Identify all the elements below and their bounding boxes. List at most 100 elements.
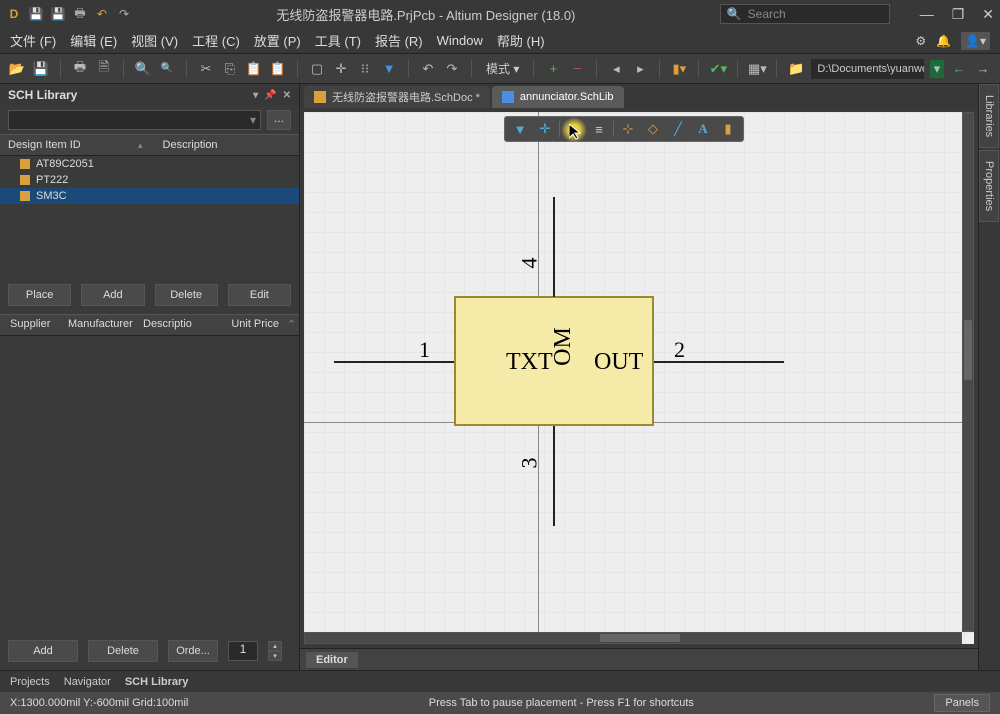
print-icon[interactable]: 🖶	[71, 60, 89, 78]
select-icon[interactable]: ▢	[308, 60, 326, 78]
line-tool-icon[interactable]: ╱	[667, 119, 689, 139]
spinner-down-icon[interactable]: ▾	[268, 651, 282, 661]
search-input[interactable]: 🔍Search	[720, 4, 890, 24]
pin-4[interactable]	[553, 197, 555, 297]
menu-help[interactable]: 帮助 (H)	[497, 31, 545, 50]
print-icon[interactable]: 🖶	[72, 6, 88, 22]
paste-icon[interactable]: 📋	[245, 60, 263, 78]
col-desc[interactable]: Description	[163, 139, 218, 151]
add2-button[interactable]: Add	[8, 640, 78, 662]
tab-projects[interactable]: Projects	[10, 676, 50, 688]
panel-menu-icon[interactable]: ▾	[253, 90, 258, 101]
snap-tool-icon[interactable]: ⊹	[617, 119, 639, 139]
tab-schdoc[interactable]: 无线防盗报警器电路.SchDoc *	[304, 86, 490, 108]
align-tool-icon[interactable]: ≡	[588, 119, 610, 139]
filter-icon[interactable]: ▼	[380, 60, 398, 78]
preview-icon[interactable]: 🗎	[95, 60, 113, 78]
supplier-header[interactable]: Supplier Manufacturer Descriptio Unit Pr…	[0, 314, 299, 336]
menu-project[interactable]: 工程 (C)	[192, 31, 240, 50]
col-description[interactable]: Descriptio	[139, 315, 199, 335]
copy-icon[interactable]: ⎘	[221, 60, 239, 78]
snap-icon[interactable]: ⁝⁝	[356, 60, 374, 78]
settings-gear-icon[interactable]: ⚙	[915, 34, 926, 48]
spinner-up-icon[interactable]: ▴	[268, 641, 282, 651]
shape-tool-icon[interactable]: ◇	[642, 119, 664, 139]
filter-menu-button[interactable]: ...	[267, 110, 291, 130]
check-icon[interactable]: ✔▾	[709, 60, 727, 78]
tab-properties[interactable]: Properties	[979, 150, 999, 222]
pin-icon[interactable]: 📌	[264, 90, 276, 101]
tab-libraries[interactable]: Libraries	[979, 84, 999, 148]
filter-dropdown[interactable]: ▾	[8, 110, 261, 130]
col-supplier[interactable]: Supplier	[6, 315, 64, 335]
list-item[interactable]: SM3C	[0, 188, 299, 204]
maximize-icon[interactable]: ❐	[952, 6, 965, 23]
redo-icon[interactable]: ↷	[116, 6, 132, 22]
remove-icon[interactable]: −	[568, 60, 586, 78]
menu-view[interactable]: 视图 (V)	[131, 31, 178, 50]
filter-icon[interactable]: ▼	[509, 119, 531, 139]
folder-icon[interactable]: 📁	[787, 60, 805, 78]
redo-toolbar-icon[interactable]: ↷	[443, 60, 461, 78]
menu-report[interactable]: 报告 (R)	[375, 31, 423, 50]
menu-tools[interactable]: 工具 (T)	[315, 31, 361, 50]
minimize-icon[interactable]: —	[920, 6, 934, 23]
pin-1[interactable]	[334, 361, 454, 363]
close-icon[interactable]: ✕	[982, 6, 994, 23]
zoom-in-icon[interactable]: 🔍	[134, 60, 152, 78]
qty-spinner[interactable]: ▴▾	[268, 641, 282, 661]
tab-sch-library[interactable]: SCH Library	[125, 676, 189, 688]
path-input[interactable]: D:\Documents\yuanwenjian\ch1	[811, 59, 924, 79]
add-button[interactable]: Add	[81, 284, 144, 306]
menu-window[interactable]: Window	[437, 33, 483, 48]
delete2-button[interactable]: Delete	[88, 640, 158, 662]
open-icon[interactable]: 📂	[8, 60, 26, 78]
user-avatar-icon[interactable]: 👤▾	[961, 32, 990, 50]
add-icon[interactable]: +	[544, 60, 562, 78]
panel-close-icon[interactable]: ✕	[283, 90, 291, 101]
list-item[interactable]: AT89C2051	[0, 156, 299, 172]
save-icon[interactable]: 💾	[28, 6, 44, 22]
order-qty-input[interactable]: 1	[228, 641, 258, 661]
vertical-scrollbar[interactable]	[962, 112, 974, 632]
cut-icon[interactable]: ✂	[197, 60, 215, 78]
save-icon[interactable]: 💾	[32, 60, 50, 78]
horizontal-scrollbar[interactable]	[304, 632, 962, 644]
align-icon[interactable]: ▮▾	[670, 60, 688, 78]
delete-button[interactable]: Delete	[155, 284, 218, 306]
grid-icon[interactable]: ▦▾	[748, 60, 766, 78]
tab-schlib[interactable]: annunciator.SchLib	[492, 86, 624, 108]
component-list-header[interactable]: Design Item ID ▴ Description	[0, 134, 299, 156]
move-tool-icon[interactable]: ✛	[534, 119, 556, 139]
menu-edit[interactable]: 编辑 (E)	[70, 31, 117, 50]
paste-special-icon[interactable]: 📋	[269, 60, 287, 78]
nav-back-icon[interactable]: ←	[950, 60, 968, 78]
list-item[interactable]: PT222	[0, 172, 299, 188]
undo-toolbar-icon[interactable]: ↶	[419, 60, 437, 78]
tab-navigator[interactable]: Navigator	[64, 676, 111, 688]
save-all-icon[interactable]: 💾	[50, 6, 66, 22]
prev-icon[interactable]: ◂	[607, 60, 625, 78]
order-button[interactable]: Orde...	[168, 640, 218, 662]
component-tool-icon[interactable]: ▮	[717, 119, 739, 139]
panels-button[interactable]: Panels	[934, 694, 990, 712]
col-unit-price[interactable]: Unit Price	[199, 315, 283, 335]
zoom-out-icon[interactable]: 🔍	[158, 60, 176, 78]
schematic-canvas[interactable]: TXT OM OUT 1 2 3 4 ▼ ✛ ▭ ≡ ⊹ ◇ ╱	[304, 112, 974, 644]
notification-bell-icon[interactable]: 🔔	[936, 34, 951, 48]
mode-dropdown[interactable]: 模式 ▾	[482, 60, 523, 77]
place-button[interactable]: Place	[8, 284, 71, 306]
col-manufacturer[interactable]: Manufacturer	[64, 315, 139, 335]
edit-button[interactable]: Edit	[228, 284, 291, 306]
menu-place[interactable]: 放置 (P)	[254, 31, 301, 50]
editor-tab[interactable]: Editor	[306, 652, 358, 668]
text-tool-icon[interactable]: A	[692, 119, 714, 139]
path-dropdown-icon[interactable]: ▾	[930, 60, 944, 78]
next-icon[interactable]: ▸	[631, 60, 649, 78]
menu-file[interactable]: 文件 (F)	[10, 31, 56, 50]
pin-3[interactable]	[553, 426, 555, 526]
undo-icon[interactable]: ↶	[94, 6, 110, 22]
col-id[interactable]: Design Item ID	[8, 139, 118, 151]
nav-fwd-icon[interactable]: →	[974, 60, 992, 78]
move-icon[interactable]: ✛	[332, 60, 350, 78]
